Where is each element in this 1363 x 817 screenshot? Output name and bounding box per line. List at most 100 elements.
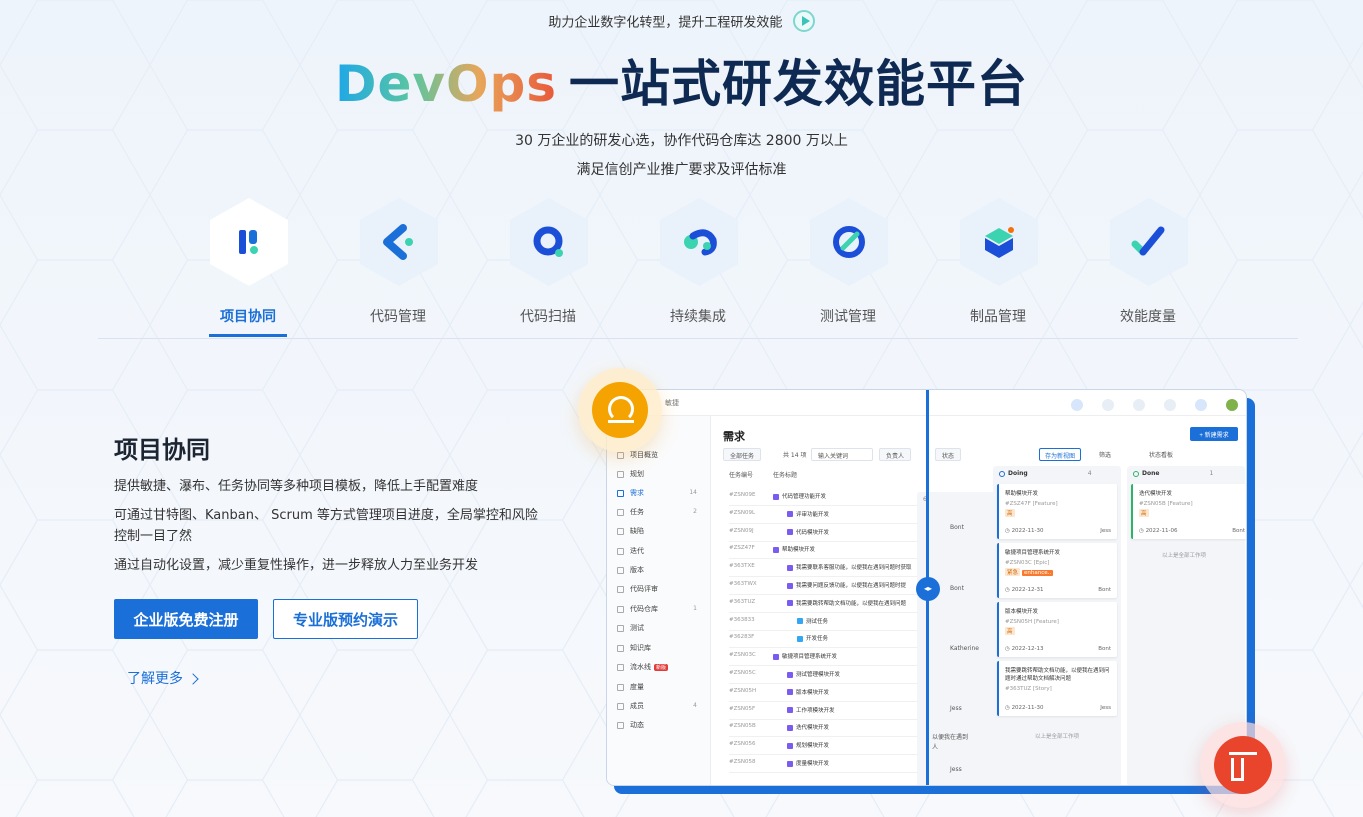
table-row: #ZSN056 规划模块开发 bbox=[729, 741, 929, 753]
project-collab-icon bbox=[239, 230, 258, 254]
leftover-text: Bont bbox=[950, 524, 964, 531]
mock-side-item: 缺陷 bbox=[617, 526, 707, 540]
work-item-type-icon bbox=[787, 742, 793, 749]
tab-artifact[interactable]: 制品管理 bbox=[923, 198, 1073, 338]
table-row: #363TXE 我需要联系客服功能，以便我在遇到问题时获取 bbox=[729, 563, 929, 575]
work-item-type-icon bbox=[787, 582, 793, 589]
mock-side-item: 迭代 bbox=[617, 546, 707, 560]
work-item-type-icon bbox=[787, 760, 793, 767]
mock-side-item: 知识库 bbox=[617, 643, 707, 657]
mock-filterbar: 全部任务 共 14 项 输入关键词 负责人 状态 存为新视图 筛选 状态看板 bbox=[723, 448, 1243, 462]
table-row: #36283F 开发任务 bbox=[729, 634, 929, 646]
tab-ci[interactable]: 持续集成 bbox=[623, 198, 773, 338]
row-id: #ZSN05F bbox=[729, 705, 756, 712]
kanban-card: 我需要跳转帮助文档功能，以便我在遇到问题时通过帮助文档解决问题 #363TUZ [… bbox=[997, 661, 1117, 716]
link-icon bbox=[1101, 399, 1114, 411]
row-title: 评审功能开发 bbox=[787, 510, 829, 518]
row-divider bbox=[729, 665, 929, 667]
row-divider bbox=[729, 576, 929, 578]
column-footer: 以上是全部工作项 bbox=[1034, 734, 1079, 740]
test-manage-icon bbox=[833, 226, 865, 258]
work-item-type-icon bbox=[787, 671, 793, 678]
drag-handle-icon[interactable]: ◂▸ bbox=[916, 577, 940, 601]
row-id: #ZSN056 bbox=[729, 741, 756, 748]
work-item-type-icon bbox=[787, 689, 793, 696]
table-row: #ZSN05F 工作项模块开发 bbox=[729, 706, 929, 718]
row-divider bbox=[729, 772, 929, 773]
mock-side-item: 任务 2 bbox=[617, 507, 707, 521]
row-title: 代码模块开发 bbox=[787, 528, 829, 536]
pro-demo-button[interactable]: 专业版预约演示 bbox=[273, 599, 418, 639]
code-manage-icon bbox=[383, 224, 413, 260]
work-item-type-icon bbox=[797, 635, 803, 642]
work-item-type-icon bbox=[773, 546, 779, 553]
kanban-icon bbox=[1214, 736, 1272, 794]
column-footer: 以上是全部工作项 bbox=[1161, 553, 1206, 559]
row-title: 测试管理模块开发 bbox=[787, 670, 840, 678]
bulb-icon bbox=[1163, 399, 1176, 411]
table-row: #ZSN09J 代码模块开发 bbox=[729, 528, 929, 540]
table-row: #ZSN03C 敏捷项目管理系统开发 bbox=[729, 652, 929, 664]
row-id: #ZSN05C bbox=[729, 670, 756, 676]
mock-side-item: 代码评审 bbox=[617, 584, 707, 598]
enterprise-register-button[interactable]: 企业版免费注册 bbox=[114, 599, 258, 639]
tab-metrics[interactable]: 效能度量 bbox=[1073, 198, 1223, 338]
row-id: #ZSN09J bbox=[729, 527, 754, 534]
mock-table-head: 任务编号 任务标题 bbox=[729, 472, 798, 479]
mock-side-item: 成员 4 bbox=[617, 701, 707, 715]
work-item-type-icon bbox=[787, 511, 793, 518]
row-divider bbox=[729, 522, 929, 524]
table-row: #ZSN05H 版本模块开发 bbox=[729, 688, 929, 700]
work-item-type-icon bbox=[787, 707, 793, 714]
learn-more-link[interactable]: 了解更多 bbox=[127, 668, 199, 688]
tab-code-scan[interactable]: 代码扫描 bbox=[473, 198, 623, 338]
row-divider bbox=[729, 594, 929, 595]
row-id: #ZSZ47F bbox=[729, 545, 755, 552]
row-title: 度量模块开发 bbox=[787, 759, 829, 767]
row-id: #ZSN05H bbox=[729, 687, 757, 694]
active-tab-indicator bbox=[209, 334, 287, 337]
mock-new-req-button: + 新建需求 bbox=[1190, 427, 1238, 441]
row-divider bbox=[729, 505, 929, 506]
mock-side-item: 度量 bbox=[617, 682, 707, 696]
mock-page-title: 需求 bbox=[723, 430, 745, 443]
row-divider bbox=[729, 736, 929, 738]
table-row: #ZSZ47F 帮助模块开发 bbox=[729, 545, 929, 557]
mock-top-icons bbox=[1057, 396, 1238, 415]
kanban-card: 敏捷项目管理系统开发 #ZSN03C [Epic] 紧急 enhance.. ◷ 202… bbox=[997, 543, 1117, 598]
row-divider bbox=[729, 629, 929, 631]
bell-icon bbox=[1132, 399, 1145, 411]
work-item-type-icon bbox=[787, 529, 793, 536]
row-title: 开发任务 bbox=[797, 634, 828, 642]
leftover-text: Katherine bbox=[950, 645, 979, 652]
row-id: #ZSN03C bbox=[729, 652, 756, 659]
row-title: 迭代模块开发 bbox=[787, 723, 829, 731]
work-item-type-icon bbox=[787, 724, 793, 731]
leftover-text: Jess bbox=[950, 705, 962, 712]
mock-side-item: 测试 bbox=[617, 623, 707, 637]
table-row: #ZSN05B 迭代模块开发 bbox=[729, 723, 929, 735]
plus-icon bbox=[1194, 399, 1207, 411]
table-row: #ZSN09L 评审功能开发 bbox=[729, 510, 929, 522]
row-title: 工作项模块开发 bbox=[787, 706, 835, 714]
tab-test-manage[interactable]: 测试管理 bbox=[773, 198, 923, 338]
row-title: 帮助模块开发 bbox=[773, 545, 815, 553]
table-row: #363TWX 我需要问题反馈功能，以便我在遇到问题时提 bbox=[729, 581, 929, 593]
chevron-right-icon bbox=[187, 673, 199, 685]
metrics-icon bbox=[1131, 226, 1165, 256]
leftover-text: Bont bbox=[950, 585, 964, 592]
leftover-text: 以便我在遇到 bbox=[932, 734, 969, 741]
artifact-icon bbox=[985, 227, 1014, 258]
leftover-text: 人 bbox=[932, 744, 939, 751]
ci-icon bbox=[684, 229, 717, 256]
row-id: #36283F bbox=[729, 634, 755, 641]
hero-subtitle-2: 满足信创产业推广要求及评估标准 bbox=[576, 162, 787, 178]
work-item-type-icon bbox=[787, 564, 793, 571]
play-icon[interactable] bbox=[792, 10, 815, 32]
row-title: 版本模块开发 bbox=[787, 688, 829, 696]
tab-project-collab[interactable]: 项目协同 bbox=[173, 198, 323, 338]
mock-side-item: 流水线 新版 bbox=[617, 662, 707, 676]
drop-icon bbox=[1070, 399, 1083, 411]
tab-code-manage[interactable]: 代码管理 bbox=[323, 198, 473, 338]
row-divider bbox=[729, 540, 929, 542]
